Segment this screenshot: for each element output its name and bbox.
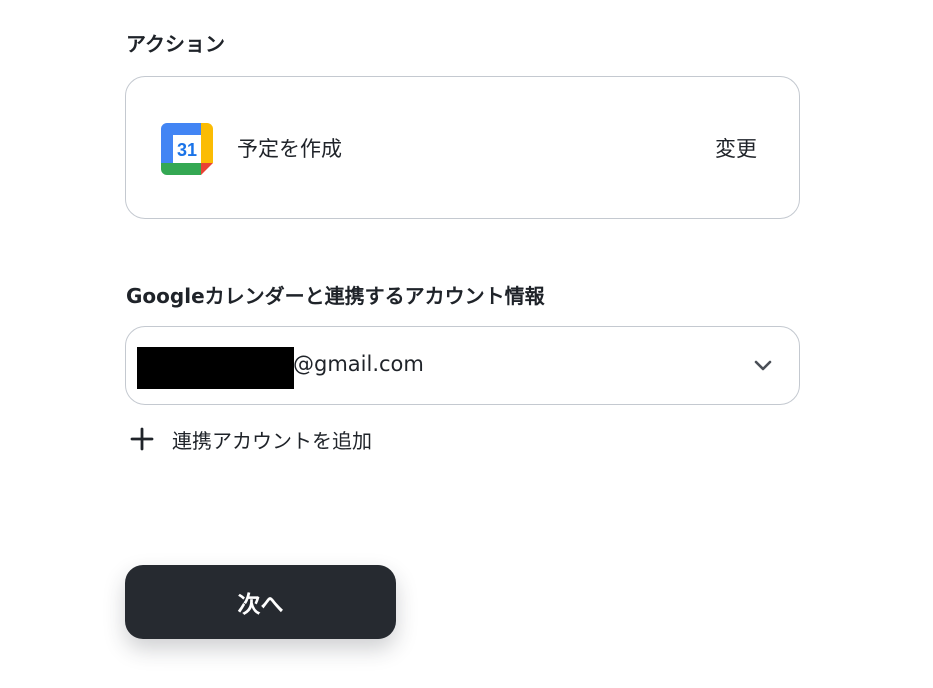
email-domain-text: @gmail.com [293,352,424,376]
account-section-label: Googleカレンダーと連携するアカウント情報 [126,284,545,308]
google-calendar-icon: 31 [161,123,213,175]
calendar-icon-day: 31 [177,140,197,160]
action-card: 31 予定を作成 変更 [125,76,800,219]
action-name: 予定を作成 [237,137,342,161]
add-account-link[interactable]: 連携アカウントを追加 [130,424,372,454]
add-account-label: 連携アカウントを追加 [172,428,372,453]
account-select-dropdown[interactable]: @gmail.com [125,326,800,405]
redacted-email-username [137,347,294,389]
next-button[interactable]: 次へ [125,565,396,639]
plus-icon [130,427,154,451]
chevron-down-icon [754,360,772,371]
change-action-link[interactable]: 変更 [715,133,757,163]
page: アクション 31 予定を作成 変更 Googleカレンダーと連携するアカウント情… [0,0,933,688]
action-section-label: アクション [126,32,225,56]
